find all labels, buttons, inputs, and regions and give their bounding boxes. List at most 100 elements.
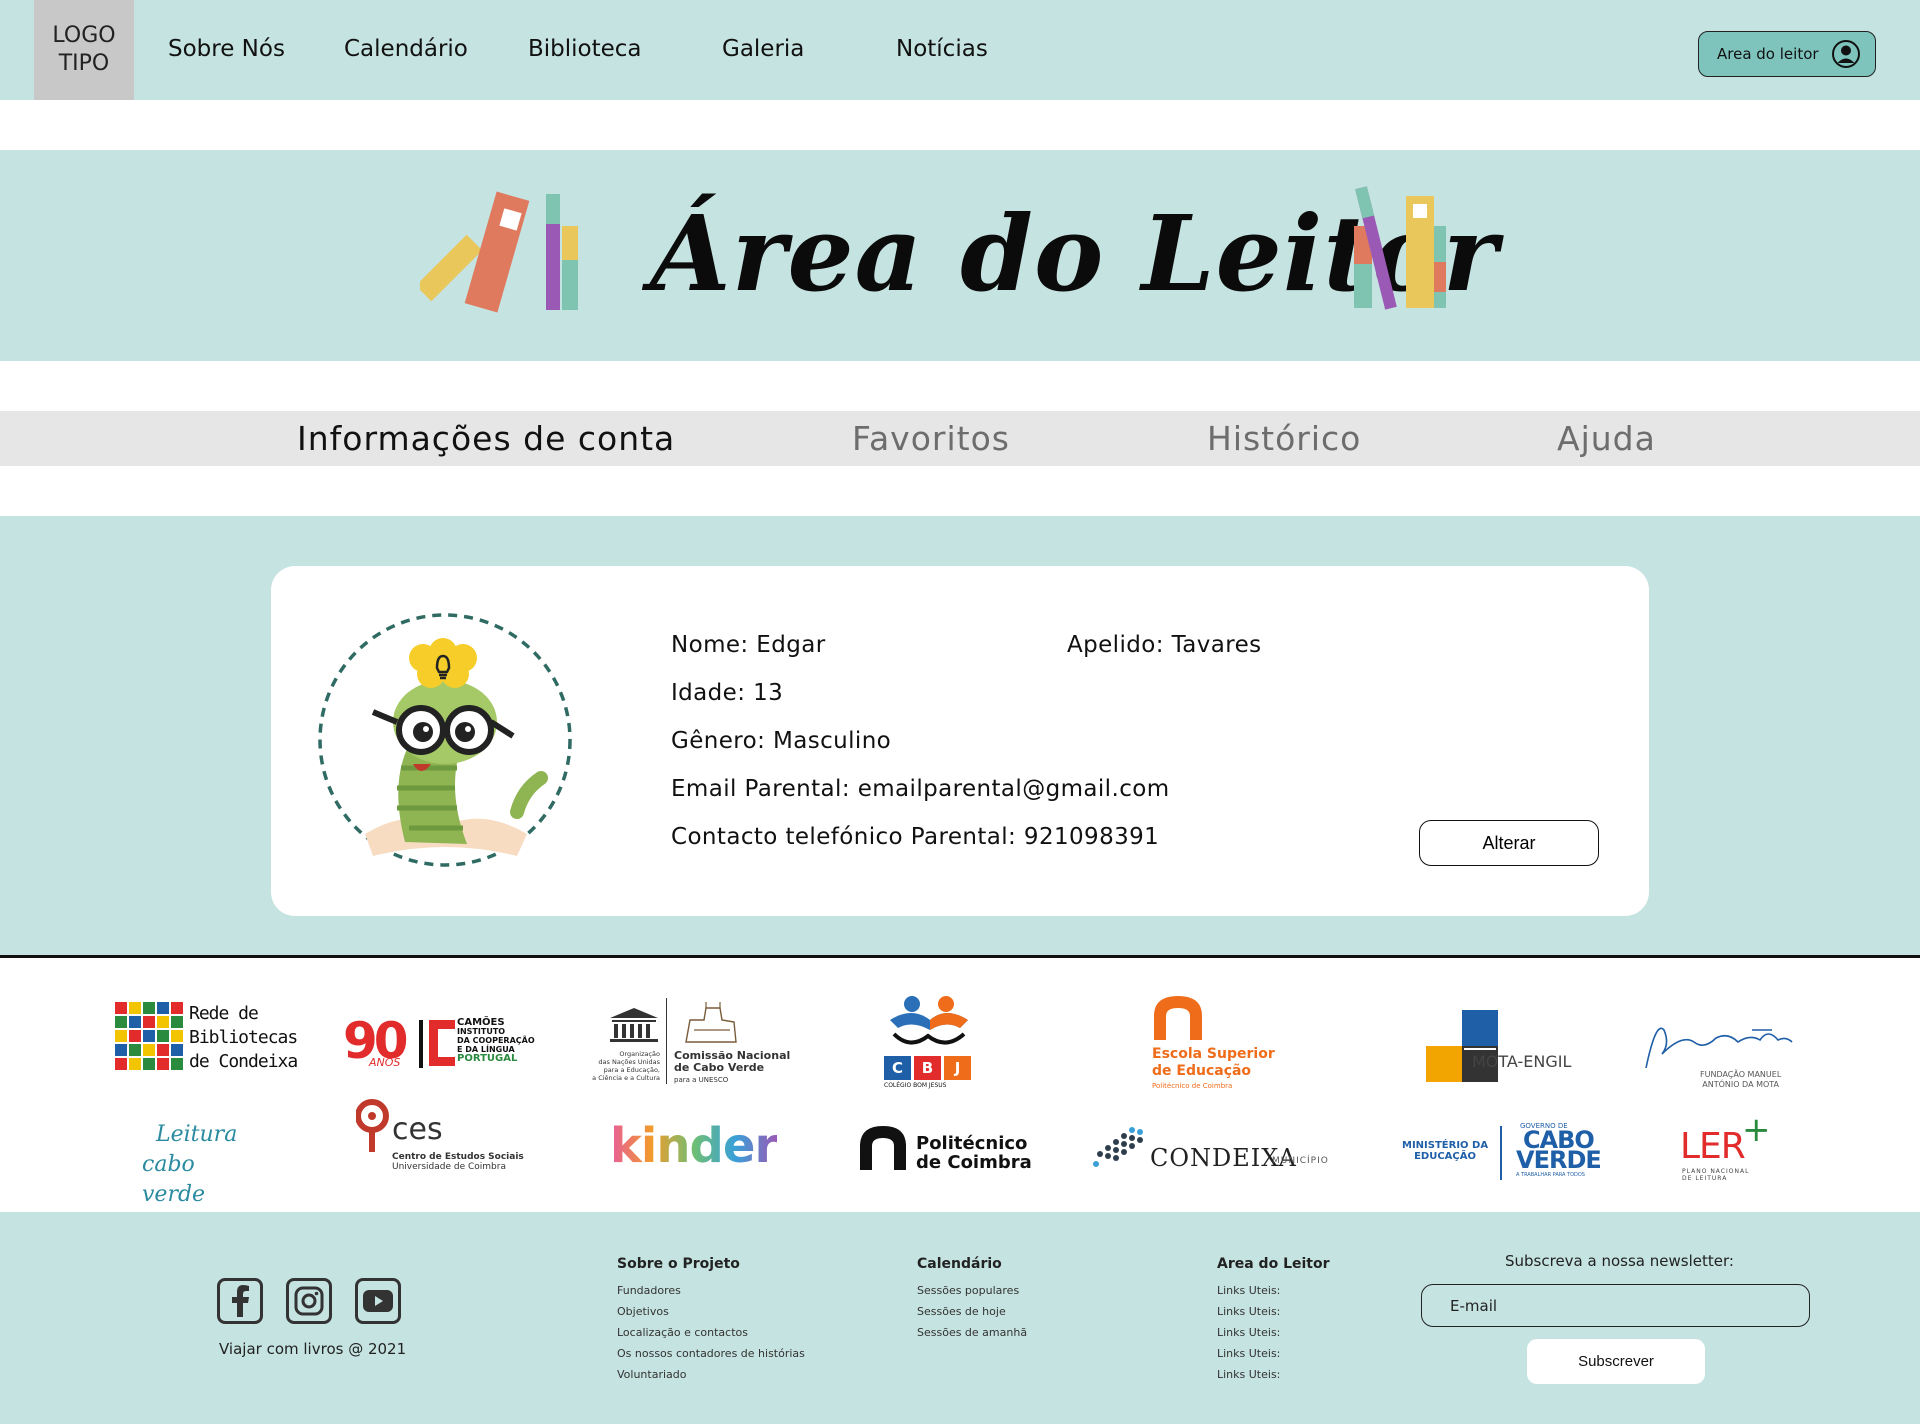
fundacao-line-2: ANTÓNIO DA MOTA bbox=[1702, 1080, 1780, 1089]
partner-fundacao-logo[interactable]: FUNDAÇÃO MANUEL ANTÓNIO DA MOTA bbox=[1642, 1010, 1802, 1090]
footer-link-uteis-1[interactable]: Links Uteis: bbox=[1217, 1280, 1330, 1301]
footer-link-localizacao[interactable]: Localização e contactos bbox=[617, 1322, 805, 1343]
partner-condeixa-logo[interactable]: CONDEIXA MUNICÍPIO bbox=[1090, 1124, 1340, 1180]
nav-calendario[interactable]: Calendário bbox=[344, 36, 468, 62]
leitura-line-1: Leitura bbox=[156, 1122, 238, 1147]
unesco-temple-icon bbox=[610, 1008, 658, 1042]
mota-engil-text: MOTA-ENGIL bbox=[1472, 1052, 1572, 1071]
instagram-icon[interactable] bbox=[286, 1278, 332, 1324]
alter-button[interactable]: Alterar bbox=[1419, 820, 1599, 866]
partner-politecnico-logo[interactable]: Politécnico de Coimbra bbox=[858, 1124, 1032, 1180]
leitura-line-2: cabo verde bbox=[142, 1152, 206, 1207]
logo[interactable]: LOGO TIPO bbox=[34, 0, 134, 100]
partner-cbj-logo[interactable]: C B J COLÉGIO BOM JESUS bbox=[880, 994, 978, 1090]
page-title: Área do Leitor bbox=[650, 192, 1499, 315]
ces-text: ces bbox=[392, 1112, 443, 1147]
condeixa-sub: MUNICÍPIO bbox=[1272, 1156, 1329, 1166]
footer-link-voluntariado[interactable]: Voluntariado bbox=[617, 1364, 805, 1385]
arch-orange-icon bbox=[1154, 996, 1202, 1040]
footer-link-sessoes-amanha[interactable]: Sessões de amanhã bbox=[917, 1322, 1027, 1343]
footer-link-uteis-2[interactable]: Links Uteis: bbox=[1217, 1301, 1330, 1322]
tab-history[interactable]: Histórico bbox=[1207, 419, 1361, 458]
ler-sub-2: DE LEITURA bbox=[1682, 1175, 1728, 1182]
tab-account-info[interactable]: Informações de conta bbox=[297, 419, 675, 458]
surname-field: Apelido: Tavares bbox=[1067, 632, 1262, 658]
footer-col-about-title: Sobre o Projeto bbox=[617, 1256, 740, 1272]
partner-ministerio-logo[interactable]: MINISTÉRIO DA EDUCAÇÃO GOVERNO DE CABO V… bbox=[1402, 1122, 1602, 1186]
account-section: Nome: Edgar Apelido: Tavares Idade: 13 G… bbox=[0, 516, 1920, 955]
children-icon bbox=[890, 996, 968, 1045]
facebook-icon[interactable] bbox=[217, 1278, 263, 1324]
fort-drawing-icon bbox=[685, 1002, 737, 1043]
copyright-text: Viajar com livros @ 2021 bbox=[219, 1340, 407, 1358]
footer-col-calendar-title: Calendário bbox=[917, 1256, 1002, 1272]
gender-field: Gênero: Masculino bbox=[671, 728, 892, 754]
reader-area-label: Area do leitor bbox=[1717, 45, 1819, 63]
newsletter-title: Subscreva a nossa newsletter: bbox=[1505, 1252, 1734, 1270]
footer-link-sessoes-hoje[interactable]: Sessões de hoje bbox=[917, 1301, 1027, 1322]
partner-ces-logo[interactable]: ces Centro de Estudos Sociais Universida… bbox=[356, 1098, 524, 1178]
rede-line-2: Bibliotecas bbox=[189, 1027, 298, 1048]
newsletter-email-input[interactable] bbox=[1421, 1284, 1810, 1327]
reader-area-button[interactable]: Area do leitor bbox=[1698, 31, 1876, 77]
footer-link-uteis-4[interactable]: Links Uteis: bbox=[1217, 1343, 1330, 1364]
nav-noticias[interactable]: Notícias bbox=[896, 36, 988, 62]
cbj-sub: COLÉGIO BOM JESUS bbox=[884, 1082, 947, 1089]
camoes-anos: ANOS bbox=[369, 1056, 401, 1069]
unesco-sub-3: para a Educação, bbox=[603, 1066, 660, 1074]
camoes-c-icon bbox=[429, 1020, 455, 1066]
mota-squares-icon bbox=[1426, 1010, 1498, 1082]
partner-camoes-logo[interactable]: 90 ANOS CAMÕES INSTITUTO DA COOPERAÇÃO E… bbox=[343, 1012, 535, 1074]
footer-link-contadores[interactable]: Os nossos contadores de histórias bbox=[617, 1343, 805, 1364]
nav-sobre-nos[interactable]: Sobre Nós bbox=[168, 36, 285, 62]
nav-biblioteca[interactable]: Biblioteca bbox=[528, 36, 642, 62]
escola-line-1: Escola Superior bbox=[1152, 1046, 1275, 1062]
footer-link-sessoes-populares[interactable]: Sessões populares bbox=[917, 1280, 1027, 1301]
footer-col-calendar: Calendário Sessões populares Sessões de … bbox=[917, 1256, 1027, 1343]
escola-sub: Politécnico de Coimbra bbox=[1152, 1082, 1233, 1090]
partner-ler-logo[interactable]: LER + PLANO NACIONAL DE LEITURA bbox=[1680, 1110, 1780, 1186]
footer-link-fundadores[interactable]: Fundadores bbox=[617, 1280, 805, 1301]
footer-link-uteis-3[interactable]: Links Uteis: bbox=[1217, 1322, 1330, 1343]
verde-text: VERDE bbox=[1516, 1146, 1602, 1174]
ler-sub-1: PLANO NACIONAL bbox=[1682, 1168, 1750, 1175]
footer-col-reader-title: Area do Leitor bbox=[1217, 1256, 1330, 1272]
nav-galeria[interactable]: Galeria bbox=[722, 36, 804, 62]
partner-leitura-logo[interactable]: Leitura cabo verde bbox=[142, 1120, 262, 1207]
ministerio-line-1: MINISTÉRIO DA bbox=[1402, 1140, 1489, 1151]
parental-phone-field: Contacto telefónico Parental: 921098391 bbox=[671, 824, 1160, 850]
subscribe-button[interactable]: Subscrever bbox=[1527, 1339, 1705, 1384]
bookworm-avatar bbox=[318, 613, 572, 867]
footer-col-reader: Area do Leitor Links Uteis: Links Uteis:… bbox=[1217, 1256, 1330, 1385]
footer-link-uteis-5[interactable]: Links Uteis: bbox=[1217, 1364, 1330, 1385]
logo-line-2: TIPO bbox=[58, 51, 110, 76]
escola-line-2: de Educação bbox=[1152, 1063, 1252, 1079]
partner-mota-engil-logo[interactable]: MOTA-ENGIL bbox=[1426, 1010, 1576, 1082]
books-right-icon bbox=[1354, 186, 1446, 310]
ler-text: LER bbox=[1680, 1126, 1746, 1167]
partner-unesco-logo[interactable]: Organização das Nações Unidas para a Edu… bbox=[590, 998, 790, 1088]
hero-banner: Área do Leitor bbox=[0, 150, 1920, 361]
tab-help[interactable]: Ajuda bbox=[1557, 419, 1656, 458]
unesco-sub-1: Organização bbox=[619, 1050, 660, 1058]
partner-kinder-logo[interactable]: kinder bbox=[610, 1118, 778, 1174]
condeixa-mosaic-icon bbox=[1093, 1127, 1143, 1167]
cabo-verde-commission-2: de Cabo Verde bbox=[674, 1061, 765, 1074]
rede-line-3: de Condeixa bbox=[189, 1051, 298, 1072]
footer-link-objetivos[interactable]: Objetivos bbox=[617, 1301, 805, 1322]
partners-logos: Rede de Bibliotecas de Condeixa 90 ANOS … bbox=[0, 958, 1920, 1212]
partner-escola-logo[interactable]: Escola Superior de Educação Politécnico … bbox=[1150, 994, 1280, 1090]
unesco-sub-4: a Ciência e a Cultura bbox=[592, 1074, 660, 1082]
unesco-sub-2: das Nações Unidas bbox=[598, 1058, 660, 1066]
camoes-line-1: CAMÕES bbox=[457, 1017, 505, 1028]
cbj-b: B bbox=[914, 1056, 941, 1080]
footer-col-about: Sobre o Projeto Fundadores Objetivos Loc… bbox=[617, 1256, 805, 1385]
parental-email-field: Email Parental: emailparental@gmail.com bbox=[671, 776, 1170, 802]
ces-sub-1: Centro de Estudos Sociais bbox=[392, 1152, 524, 1162]
cabo-verde-commission-3: para a UNESCO bbox=[674, 1076, 729, 1084]
logo-line-1: LOGO bbox=[52, 23, 116, 48]
tab-favorites[interactable]: Favoritos bbox=[852, 419, 1010, 458]
camoes-line-5: PORTUGAL bbox=[457, 1053, 518, 1064]
youtube-icon[interactable] bbox=[355, 1278, 401, 1324]
politecnico-line-2: de Coimbra bbox=[916, 1152, 1032, 1173]
